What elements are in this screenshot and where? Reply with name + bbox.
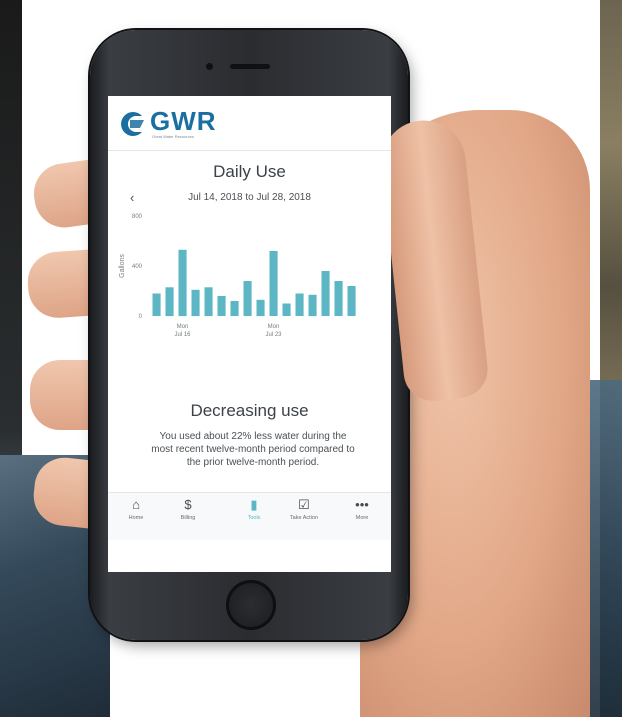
x-tick-label: Mon [268, 324, 280, 330]
bar[interactable] [308, 294, 317, 317]
y-tick-label: 0 [139, 314, 143, 320]
bar[interactable] [282, 303, 291, 317]
bar[interactable] [204, 287, 213, 317]
bar[interactable] [165, 287, 174, 317]
bar[interactable] [191, 289, 200, 317]
y-tick-label: 400 [132, 264, 143, 270]
y-axis-label: Gallons [119, 254, 126, 278]
logo-text: GWR [150, 106, 217, 136]
tab-label: More [355, 515, 369, 521]
tab-label: Tools [247, 515, 261, 521]
photo-background: GWR Great Water Resources Daily Use ‹ Ju… [0, 0, 622, 717]
x-tick-label: Mon [177, 324, 189, 330]
bar[interactable] [152, 293, 161, 317]
bar[interactable] [230, 301, 239, 316]
bar[interactable] [321, 271, 330, 316]
daily-use-chart: 0 400 800 Gallons Mon Jul 16 Mon Jul 23 [119, 214, 356, 338]
earpiece-speaker [230, 64, 270, 69]
tab-label: Home [128, 515, 144, 521]
gwr-logo-icon [121, 112, 144, 136]
tab-label: Take Action [289, 515, 319, 521]
tab-more[interactable]: ••• More [334, 497, 390, 521]
app-header: GWR Great Water Resources [108, 96, 391, 150]
bar[interactable] [256, 299, 265, 317]
dollar-icon: $ [184, 497, 192, 512]
status-title: Decreasing use [190, 401, 309, 420]
home-button[interactable] [226, 580, 276, 630]
screen-footer [108, 540, 391, 572]
tools-icon: ▮ [250, 497, 258, 512]
x-tick-label: Jul 16 [174, 332, 191, 338]
tab-billing[interactable]: $ Billing [160, 497, 216, 521]
page-title: Daily Use [213, 162, 286, 181]
bar[interactable] [269, 251, 278, 316]
home-icon: ⌂ [132, 497, 140, 512]
bar[interactable] [243, 281, 252, 316]
date-range: Jul 14, 2018 to Jul 28, 2018 [188, 192, 311, 203]
bar[interactable] [178, 249, 187, 317]
bar[interactable] [217, 296, 226, 316]
x-tick-label: Jul 23 [265, 332, 282, 338]
tab-label: Billing [180, 515, 196, 521]
tab-tools[interactable]: ▮ Tools [226, 497, 282, 521]
bar[interactable] [334, 281, 343, 316]
more-icon: ••• [355, 497, 369, 512]
tab-home[interactable]: ⌂ Home [108, 497, 164, 521]
tab-take-action[interactable]: ☑ Take Action [276, 497, 332, 521]
bottom-tab-bar: ⌂ Home $ Billing ▮ Tools ☑ Take Action ••• More [108, 492, 391, 541]
header-divider [108, 150, 391, 151]
y-tick-label: 800 [132, 214, 143, 220]
bar[interactable] [347, 286, 356, 316]
phone-screen: GWR Great Water Resources Daily Use ‹ Ju… [108, 96, 391, 572]
status-message: You used about 22% less water during the… [151, 431, 355, 468]
take-action-icon: ☑ [298, 497, 310, 512]
bar[interactable] [295, 293, 304, 317]
logo-tagline: Great Water Resources [152, 134, 194, 139]
front-camera [206, 63, 213, 70]
